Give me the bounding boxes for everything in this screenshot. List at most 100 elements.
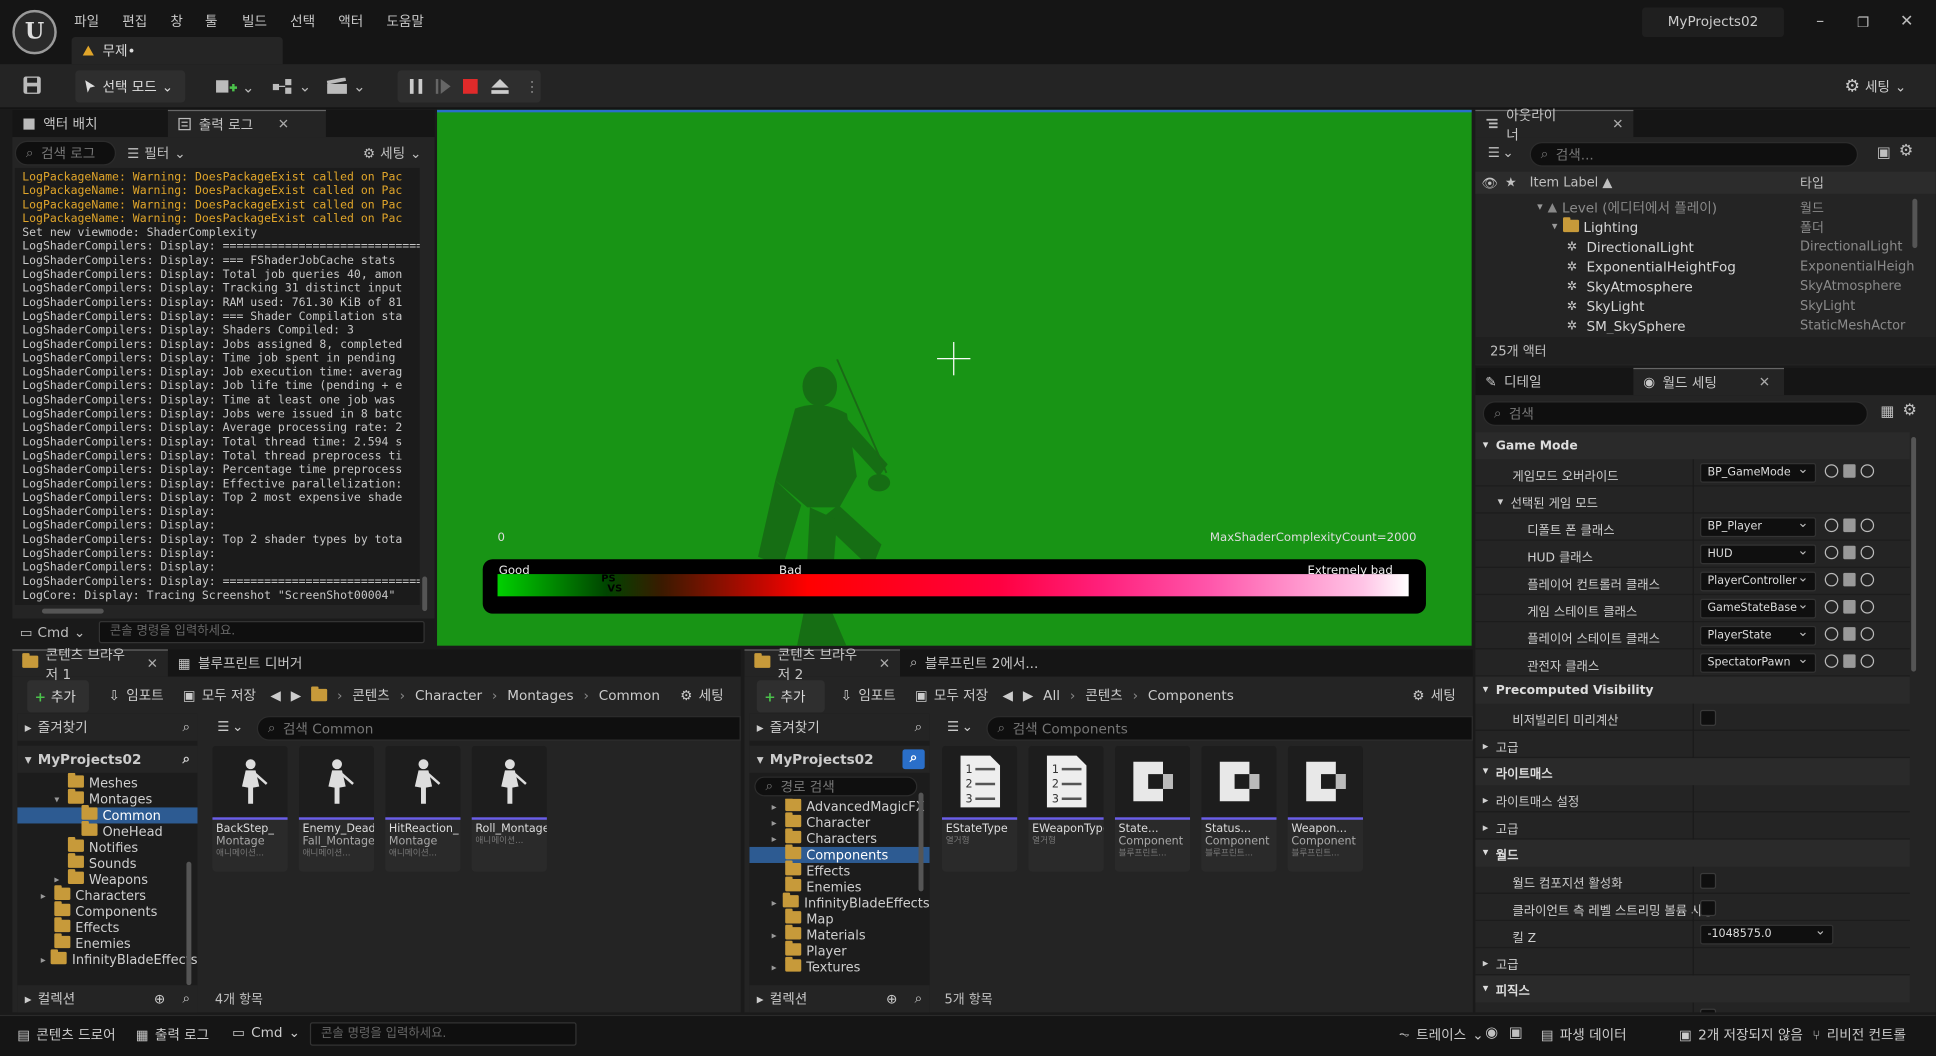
save-icon[interactable] xyxy=(22,75,42,95)
folder-tree-item[interactable]: Enemies xyxy=(749,876,929,895)
cb1-favorites-header[interactable]: ▸ 즐겨찾기 ⌕ xyxy=(17,713,198,741)
details-section-header[interactable]: ▾ 피직스 xyxy=(1475,975,1910,1003)
details-search-input[interactable]: ⌕ 검색 xyxy=(1482,401,1868,426)
document-icon[interactable] xyxy=(1843,518,1856,533)
cb2-filter-button[interactable]: ☰ ⌄ xyxy=(947,719,973,735)
details-section-header[interactable]: ▾ Game Mode xyxy=(1475,432,1910,460)
menu-help[interactable]: 도움말 xyxy=(386,11,424,31)
content-drawer-button[interactable]: ▤ 콘텐츠 드로어 xyxy=(17,1025,115,1045)
browse-icon[interactable] xyxy=(1824,464,1839,478)
folder-tree-item[interactable]: Notifies xyxy=(17,837,197,856)
browse-icon[interactable] xyxy=(1824,572,1839,587)
class-dropdown[interactable]: BP_GameMode xyxy=(1700,461,1817,483)
gear-icon[interactable]: ⚙ xyxy=(1899,142,1913,161)
class-dropdown[interactable]: GameStateBase xyxy=(1700,596,1817,619)
tab-output-log[interactable]: 출력 로그 ✕ xyxy=(167,109,326,138)
trace-button[interactable]: ⏦ 트레이스 ⌄ xyxy=(1399,1025,1484,1045)
document-icon[interactable] xyxy=(1843,600,1856,614)
outliner-search-input[interactable]: ⌕ 검색... xyxy=(1529,141,1859,167)
blueprints-button[interactable]: ⌄ xyxy=(272,78,311,95)
back-arrow-icon[interactable]: ◀ xyxy=(270,687,280,703)
settings-button[interactable]: ⚙ 세팅 ⌄ xyxy=(1844,77,1906,97)
outliner-row[interactable]: ✲ ExponentialHeightFog ExponentialHeight xyxy=(1475,257,1914,277)
chevron-down-icon[interactable]: ▾ xyxy=(1537,201,1543,213)
crumb-montages[interactable]: Montages xyxy=(507,687,573,703)
cb2-project-header[interactable]: ▾ MyProjects02 ⌕ xyxy=(749,745,930,773)
crumb-content[interactable]: 콘텐츠 xyxy=(1085,685,1123,705)
class-dropdown[interactable]: HUD xyxy=(1700,542,1817,565)
outliner-row[interactable]: ✲ SkyAtmosphere SkyAtmosphere xyxy=(1475,277,1913,297)
class-dropdown[interactable]: SpectatorPawn xyxy=(1700,651,1817,673)
add-collection-icon[interactable]: ⊕ xyxy=(886,991,897,1007)
property-checkbox[interactable] xyxy=(1700,1008,1717,1013)
cb2-tree-scrollbar[interactable] xyxy=(918,792,924,892)
cb2-favorites-header[interactable]: ▸ 즐겨찾기 ⌕ xyxy=(749,713,930,741)
step-frame-icon[interactable] xyxy=(435,78,452,95)
crumb-content[interactable]: 콘텐츠 xyxy=(352,685,390,705)
tab-world-settings[interactable]: ◉ 월드 세팅 ✕ xyxy=(1633,367,1784,396)
browse-icon[interactable] xyxy=(1824,518,1839,533)
cb2-collections-header[interactable]: ▸ 컬렉션 ⊕ ⌕ xyxy=(749,985,930,1013)
browse-icon[interactable] xyxy=(1824,654,1839,668)
close-tab-icon[interactable]: ✕ xyxy=(147,656,158,672)
filter-button[interactable]: ☰ 필터 ⌄ xyxy=(127,143,185,163)
crumb-character[interactable]: Character xyxy=(415,687,482,703)
close-tab-icon[interactable]: ✕ xyxy=(278,116,289,132)
chevron-right-icon[interactable]: ▸ xyxy=(1483,740,1489,752)
add-icon[interactable] xyxy=(1860,654,1875,668)
outliner-filter-button[interactable]: ☰ ⌄ xyxy=(1488,144,1514,160)
chevron-right-icon[interactable]: ▸ xyxy=(1483,822,1489,834)
unreal-logo[interactable]: U xyxy=(12,9,57,55)
add-icon[interactable] xyxy=(1860,464,1875,478)
folder-tree-item[interactable]: ▾ Montages xyxy=(17,788,197,807)
menu-build[interactable]: 빌드 xyxy=(242,11,267,31)
log-settings-button[interactable]: ⚙ 세팅 ⌄ xyxy=(363,143,421,163)
folder-tree-item[interactable]: ▸ Materials xyxy=(749,924,929,943)
cb2-settings-button[interactable]: ⚙ 세팅 xyxy=(1412,685,1455,705)
details-section-header[interactable]: ▾ Precomputed Visibility xyxy=(1475,676,1910,704)
asset-tile[interactable]: Enemy_Dead_ Fall_Montage 애니메이션... xyxy=(298,745,375,872)
browse-icon[interactable] xyxy=(1824,627,1839,641)
folder-tree-item[interactable]: ▸ InfinityBladeEffects xyxy=(17,949,198,968)
cb1-tree-scrollbar[interactable] xyxy=(186,861,192,986)
outliner-row[interactable]: ▾ Lighting 폴더 xyxy=(1475,216,1913,237)
cb1-save-all-button[interactable]: ▣ 모두 저장 xyxy=(183,685,256,705)
close-tab-icon[interactable]: ✕ xyxy=(1612,116,1623,132)
tab-place-actors[interactable]: 액터 배치 xyxy=(12,110,168,137)
more-options-icon[interactable]: ⋮ xyxy=(525,78,540,95)
outliner-row[interactable]: ▾ ▲ Level (에디터에서 플레이) 월드 xyxy=(1475,198,1913,218)
chevron-right-icon[interactable]: ▸ xyxy=(1483,794,1489,806)
folder-tree-item[interactable]: Player xyxy=(749,940,929,959)
outliner-scrollbar[interactable] xyxy=(1912,198,1918,249)
pause-icon[interactable] xyxy=(407,78,424,95)
menu-file[interactable]: 파일 xyxy=(74,11,99,31)
menu-window[interactable]: 창 xyxy=(170,11,183,31)
crumb-all[interactable]: All xyxy=(1043,687,1060,703)
folder-tree-item[interactable]: Common xyxy=(17,804,198,824)
tab-outliner[interactable]: 아웃라이너 ✕ xyxy=(1475,107,1634,143)
menu-tools[interactable]: 툴 xyxy=(205,11,218,31)
maximize-button[interactable]: ❐ xyxy=(1857,15,1869,31)
menu-actor[interactable]: 액터 xyxy=(338,11,363,31)
close-tab-icon[interactable]: ✕ xyxy=(879,656,890,672)
folder-tree-item[interactable]: Enemies xyxy=(17,933,197,952)
minimize-button[interactable]: – xyxy=(1816,12,1824,31)
status-cmd-dropdown[interactable]: ▭ Cmd ⌄ xyxy=(232,1025,300,1041)
cb1-asset-search[interactable]: ⌕ 검색 Common xyxy=(256,716,741,741)
log-text-area[interactable]: LogPackageName: Warning: DoesPackageExis… xyxy=(14,167,420,605)
folder-tree-item[interactable]: Components xyxy=(17,901,197,920)
status-console-input[interactable]: 콘솔 명령을 입력하세요. xyxy=(309,1022,577,1046)
details-section-header[interactable]: ▾ 라이트매스 xyxy=(1475,758,1910,786)
cb2-save-all-button[interactable]: ▣ 모두 저장 xyxy=(915,685,988,705)
folder-tree-item[interactable]: ▸ Characters xyxy=(17,885,197,904)
asset-tile[interactable]: Status... Component 블루프린트... xyxy=(1201,745,1277,872)
folder-tree-item[interactable]: ▸ Characters xyxy=(749,828,929,847)
add-icon[interactable] xyxy=(1860,600,1875,614)
back-arrow-icon[interactable]: ◀ xyxy=(1002,687,1012,703)
record-icon[interactable]: ◉ xyxy=(1485,1023,1498,1040)
document-icon[interactable] xyxy=(1843,545,1856,560)
type-column[interactable]: 타입 xyxy=(1800,173,1824,192)
add-collection-icon[interactable]: ⊕ xyxy=(154,991,165,1007)
asset-tile[interactable]: Roll_Montage 애니메이션... xyxy=(471,745,547,872)
add-icon[interactable] xyxy=(1860,518,1875,533)
